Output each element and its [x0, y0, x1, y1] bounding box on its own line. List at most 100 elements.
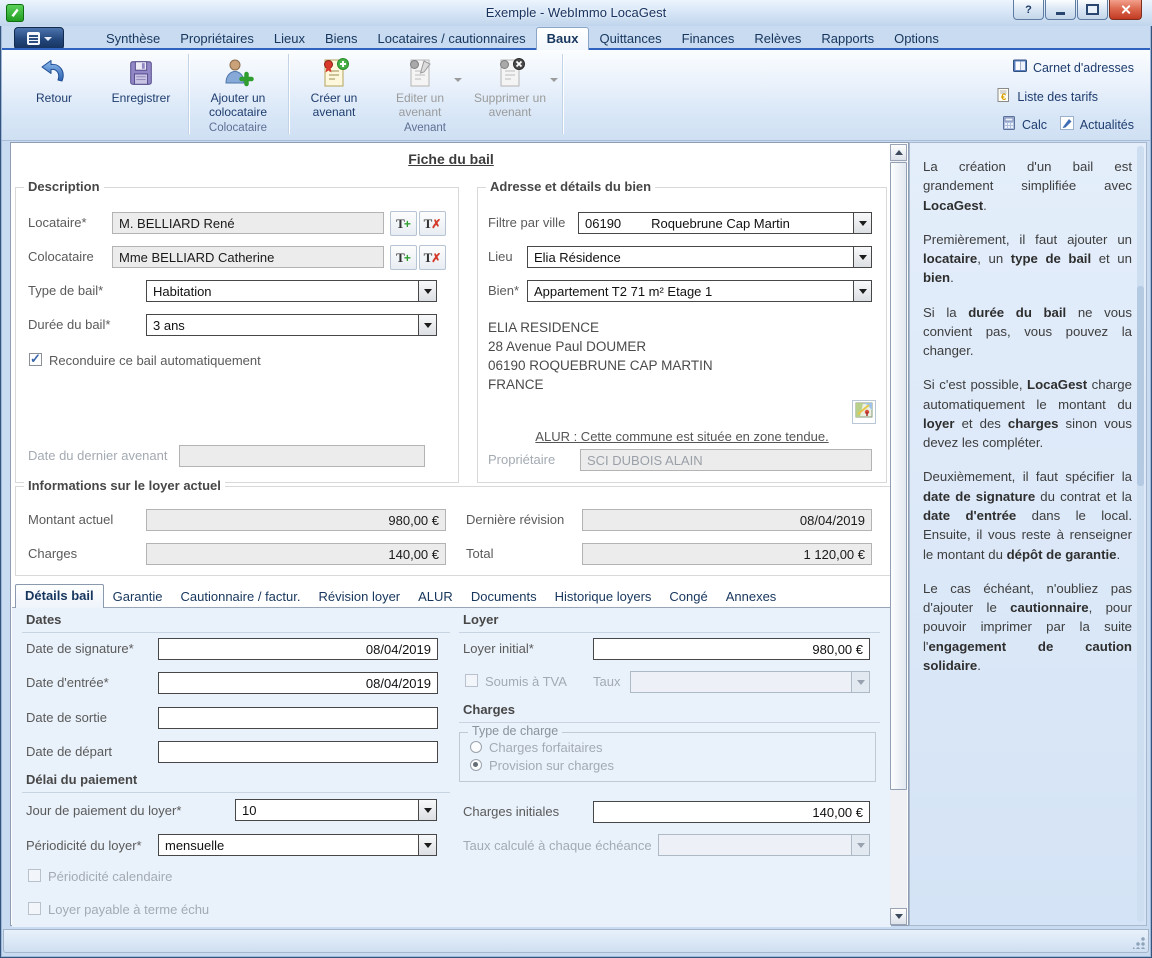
enregistrer-button[interactable]: Enregistrer — [98, 52, 184, 136]
date-sortie-input[interactable] — [158, 707, 438, 729]
chevron-down-icon[interactable] — [418, 315, 436, 335]
chevron-down-icon[interactable] — [853, 247, 871, 267]
chevron-down-icon — [44, 37, 52, 41]
loyer-initial-label: Loyer initial* — [463, 641, 534, 656]
sidebar-scrollbar[interactable] — [1137, 146, 1144, 922]
date-signature-input[interactable]: 08/04/2019 — [158, 638, 438, 660]
scrollbar-thumb[interactable] — [890, 162, 907, 790]
help-button[interactable]: ? — [1013, 0, 1044, 20]
restore-button[interactable] — [1077, 0, 1108, 20]
date-depart-input[interactable] — [158, 741, 438, 763]
tab-alur[interactable]: ALUR — [409, 586, 462, 607]
help-paragraph: Le cas échéant, n'oubliez pas d'ajouter … — [923, 579, 1132, 675]
remove-colocataire-field-button[interactable]: T✗ — [419, 245, 446, 270]
total-field: 1 120,00 € — [582, 543, 872, 565]
periodicite-calendaire-label: Périodicité calendaire — [48, 869, 172, 884]
remove-locataire-button[interactable]: T✗ — [419, 211, 446, 236]
proprietaire-label: Propriétaire — [488, 452, 555, 467]
filtre-ville-label: Filtre par ville — [488, 215, 565, 230]
charges-forfaitaires-radio[interactable] — [470, 741, 482, 753]
tab-biens[interactable]: Biens — [315, 28, 368, 50]
locataire-field[interactable]: M. BELLIARD René — [112, 212, 384, 234]
taux-label: Taux — [593, 674, 620, 689]
chevron-down-icon[interactable] — [418, 800, 436, 820]
window-title: Exemple - WebImmo LocaGest — [0, 0, 1152, 26]
loyer-initial-input[interactable]: 980,00 € — [593, 638, 870, 660]
scroll-down-button[interactable] — [890, 908, 907, 925]
filtre-ville-select[interactable]: 06190 Roquebrune Cap Martin — [578, 212, 872, 234]
calc-button[interactable]: Calc — [1001, 115, 1047, 134]
app-menu-button[interactable] — [14, 27, 64, 50]
tab-annexes[interactable]: Annexes — [717, 586, 786, 607]
periodicite-select[interactable]: mensuelle — [158, 834, 437, 856]
duree-bail-select[interactable]: 3 ans — [146, 314, 437, 336]
tab-cautionnaire[interactable]: Cautionnaire / factur. — [172, 586, 310, 607]
carnet-adresses-button[interactable]: Carnet d'adresses — [1012, 58, 1134, 77]
ribbon-button-label: Créer un avenant — [294, 91, 374, 120]
tab-garantie[interactable]: Garantie — [104, 586, 172, 607]
add-locataire-button[interactable]: T+ — [390, 211, 417, 236]
scroll-up-button[interactable] — [890, 144, 907, 161]
provision-charges-radio[interactable] — [470, 759, 482, 771]
application-window: Exemple - WebImmo LocaGest ? Synthèse Pr… — [0, 0, 1152, 958]
tariff-list-icon: € — [996, 87, 1012, 106]
vertical-scrollbar[interactable] — [890, 144, 907, 925]
tab-documents[interactable]: Documents — [462, 586, 546, 607]
tab-rapports[interactable]: Rapports — [811, 28, 884, 50]
tab-historique-loyers[interactable]: Historique loyers — [546, 586, 661, 607]
tab-proprietaires[interactable]: Propriétaires — [170, 28, 264, 50]
close-button[interactable] — [1109, 0, 1142, 20]
tab-details-bail[interactable]: Détails bail — [15, 584, 104, 608]
add-tenant-icon: T+ — [396, 215, 411, 233]
tab-lieux[interactable]: Lieux — [264, 28, 315, 50]
group-separator — [188, 54, 189, 134]
section-divider — [22, 632, 450, 633]
tab-synthese[interactable]: Synthèse — [96, 28, 170, 50]
tab-releves[interactable]: Relèves — [744, 28, 811, 50]
lieu-select[interactable]: Elia Résidence — [527, 246, 872, 268]
charges-forfaitaires-label: Charges forfaitaires — [489, 740, 602, 755]
chevron-down-icon[interactable] — [853, 281, 871, 301]
date-entree-input[interactable]: 08/04/2019 — [158, 672, 438, 694]
terme-echu-checkbox[interactable] — [28, 902, 41, 915]
jour-paiement-select[interactable]: 10 — [235, 799, 437, 821]
alur-link[interactable]: ALUR : Cette commune est située en zone … — [478, 429, 886, 444]
actualites-button[interactable]: Actualités — [1059, 115, 1134, 134]
description-fieldset: Description Locataire* M. BELLIARD René … — [15, 187, 459, 483]
certificate-delete-icon — [494, 55, 526, 91]
tab-revision-loyer[interactable]: Révision loyer — [309, 586, 409, 607]
tab-quittances[interactable]: Quittances — [589, 28, 671, 50]
map-button[interactable] — [852, 400, 876, 424]
resize-grip-icon[interactable] — [1133, 937, 1145, 949]
colocataire-field[interactable]: Mme BELLIARD Catherine — [112, 246, 384, 268]
soumis-tva-checkbox[interactable] — [465, 674, 478, 687]
tab-finances[interactable]: Finances — [672, 28, 745, 50]
charges-initiales-input[interactable]: 140,00 € — [593, 801, 870, 823]
minimize-button[interactable] — [1045, 0, 1076, 20]
quick-link-label: Liste des tarifs — [1017, 90, 1098, 104]
chevron-down-icon[interactable] — [418, 835, 436, 855]
tab-conge[interactable]: Congé — [660, 586, 716, 607]
tab-locataires[interactable]: Locataires / cautionnaires — [368, 28, 536, 50]
type-bail-select[interactable]: Habitation — [146, 280, 437, 302]
reconduire-checkbox[interactable] — [29, 353, 42, 366]
chevron-down-icon — [851, 835, 869, 855]
add-colocataire-field-button[interactable]: T+ — [390, 245, 417, 270]
delai-section-header: Délai du paiement — [26, 772, 137, 787]
group-caption-avenant: Avenant — [294, 122, 556, 134]
chevron-down-icon[interactable] — [853, 213, 871, 233]
reconduire-label: Reconduire ce bail automatiquement — [49, 353, 261, 368]
retour-button[interactable]: Retour — [14, 52, 94, 136]
liste-tarifs-button[interactable]: € Liste des tarifs — [996, 87, 1098, 106]
sidebar-scrollbar-thumb[interactable] — [1137, 286, 1144, 486]
tab-baux[interactable]: Baux — [536, 27, 590, 50]
help-icon: ? — [1025, 4, 1032, 16]
taux-echeance-select — [658, 834, 870, 856]
bien-select[interactable]: Appartement T2 71 m² Etage 1 — [527, 280, 872, 302]
section-divider — [459, 722, 880, 723]
periodicite-calendaire-checkbox[interactable] — [28, 869, 41, 882]
tab-options[interactable]: Options — [884, 28, 949, 50]
address-book-icon — [1012, 58, 1028, 77]
ribbon-button-label: Retour — [36, 91, 72, 105]
chevron-down-icon[interactable] — [418, 281, 436, 301]
